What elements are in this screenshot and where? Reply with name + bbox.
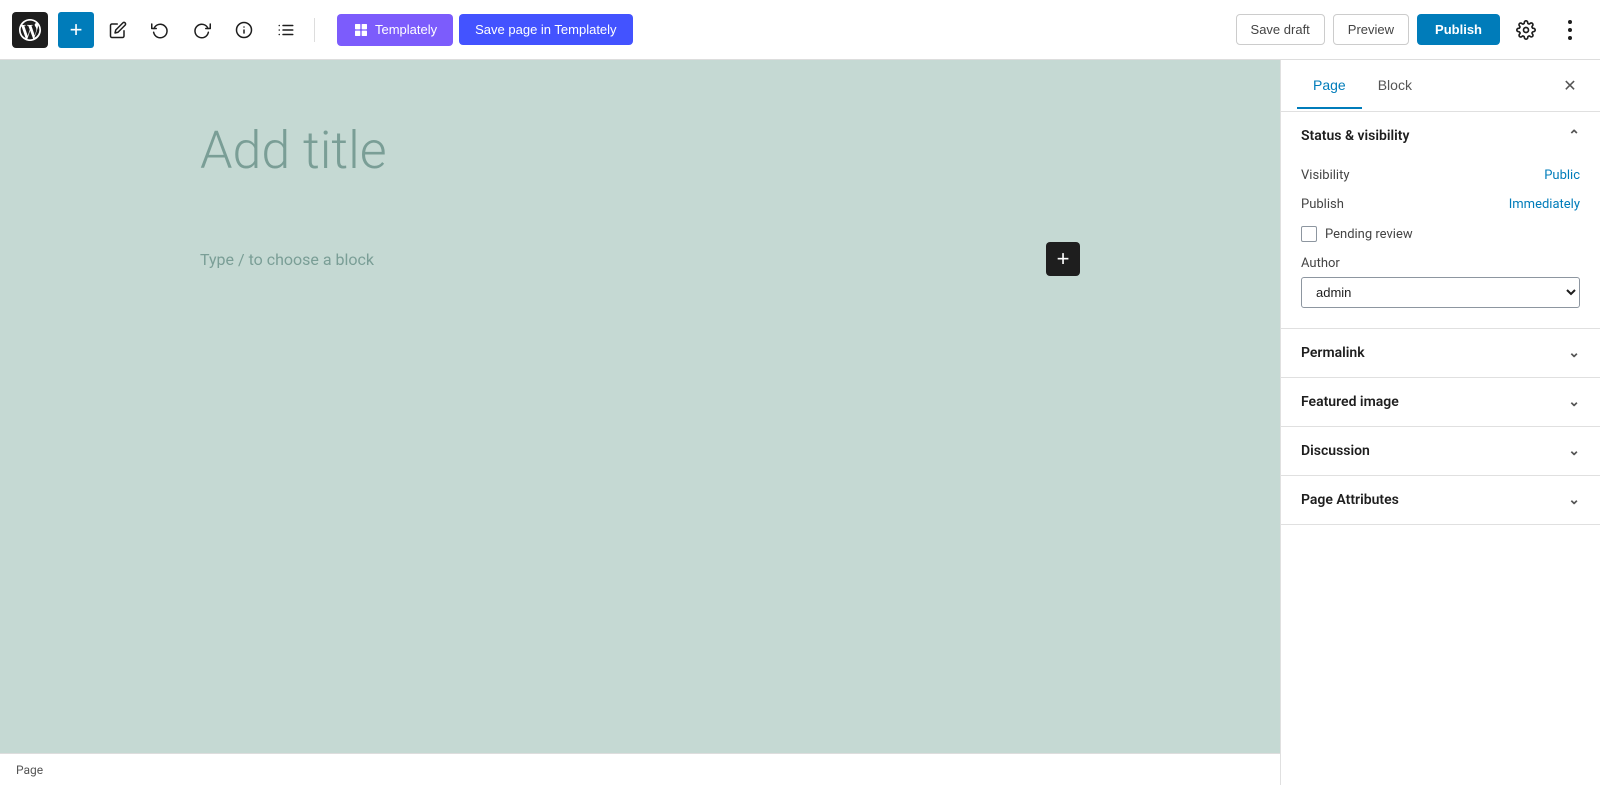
section-page-attributes-title: Page Attributes bbox=[1301, 492, 1399, 508]
tab-page[interactable]: Page bbox=[1297, 63, 1362, 109]
visibility-value[interactable]: Public bbox=[1544, 168, 1580, 183]
list-view-button[interactable] bbox=[268, 12, 304, 48]
section-featured-image: Featured image ⌄ bbox=[1281, 378, 1600, 427]
section-discussion: Discussion ⌄ bbox=[1281, 427, 1600, 476]
wp-logo[interactable] bbox=[12, 12, 48, 48]
templately-button[interactable]: Templately bbox=[337, 14, 453, 46]
sidebar: Page Block ✕ Status & visibility ⌃ bbox=[1280, 60, 1600, 785]
pending-review-label: Pending review bbox=[1325, 227, 1413, 242]
pending-review-row: Pending review bbox=[1301, 226, 1580, 242]
settings-button[interactable] bbox=[1508, 12, 1544, 48]
sidebar-body: Status & visibility ⌃ Visibility Public … bbox=[1281, 112, 1600, 785]
undo-button[interactable] bbox=[142, 12, 178, 48]
main-layout: Add title Type / to choose a block + Pag… bbox=[0, 60, 1600, 785]
chevron-down-icon-featured: ⌄ bbox=[1568, 394, 1580, 410]
section-page-attributes-header[interactable]: Page Attributes ⌄ bbox=[1281, 476, 1600, 524]
toolbar-divider-1 bbox=[314, 18, 315, 42]
pending-review-checkbox[interactable] bbox=[1301, 226, 1317, 242]
redo-button[interactable] bbox=[184, 12, 220, 48]
sidebar-tabs: Page Block bbox=[1297, 63, 1428, 109]
section-status-visibility-title: Status & visibility bbox=[1301, 128, 1409, 144]
section-permalink: Permalink ⌄ bbox=[1281, 329, 1600, 378]
author-row: Author admin bbox=[1301, 256, 1580, 308]
section-discussion-header[interactable]: Discussion ⌄ bbox=[1281, 427, 1600, 475]
section-discussion-title: Discussion bbox=[1301, 443, 1370, 459]
toolbar-right: Save draft Preview Publish bbox=[1236, 12, 1588, 48]
tools-button[interactable] bbox=[100, 12, 136, 48]
inline-add-block-button[interactable]: + bbox=[1046, 242, 1080, 276]
save-draft-button[interactable]: Save draft bbox=[1236, 14, 1325, 45]
section-status-visibility-header[interactable]: Status & visibility ⌃ bbox=[1281, 112, 1600, 160]
author-select[interactable]: admin bbox=[1301, 277, 1580, 308]
publish-value[interactable]: Immediately bbox=[1509, 197, 1580, 212]
sidebar-header: Page Block ✕ bbox=[1281, 60, 1600, 112]
section-permalink-title: Permalink bbox=[1301, 345, 1365, 361]
section-featured-image-title: Featured image bbox=[1301, 394, 1399, 410]
info-button[interactable] bbox=[226, 12, 262, 48]
chevron-up-icon: ⌃ bbox=[1568, 128, 1580, 144]
chevron-down-icon-discussion: ⌄ bbox=[1568, 443, 1580, 459]
preview-button[interactable]: Preview bbox=[1333, 14, 1409, 45]
section-status-visibility: Status & visibility ⌃ Visibility Public … bbox=[1281, 112, 1600, 329]
editor-content: Add title Type / to choose a block + bbox=[160, 120, 1120, 276]
toolbar: + Templately Save page in Templately Sav… bbox=[0, 0, 1600, 60]
editor-area[interactable]: Add title Type / to choose a block + Pag… bbox=[0, 60, 1280, 785]
post-title[interactable]: Add title bbox=[200, 120, 1080, 182]
section-permalink-header[interactable]: Permalink ⌄ bbox=[1281, 329, 1600, 377]
publish-row: Publish Immediately bbox=[1301, 197, 1580, 212]
section-page-attributes: Page Attributes ⌄ bbox=[1281, 476, 1600, 525]
more-options-button[interactable] bbox=[1552, 12, 1588, 48]
sidebar-close-button[interactable]: ✕ bbox=[1556, 72, 1584, 100]
publish-label: Publish bbox=[1301, 197, 1344, 212]
chevron-down-icon-permalink: ⌄ bbox=[1568, 345, 1580, 361]
visibility-label: Visibility bbox=[1301, 168, 1350, 183]
block-placeholder-text: Type / to choose a block bbox=[200, 250, 374, 269]
publish-button[interactable]: Publish bbox=[1417, 14, 1500, 45]
visibility-row: Visibility Public bbox=[1301, 168, 1580, 183]
add-block-button[interactable]: + bbox=[58, 12, 94, 48]
section-featured-image-header[interactable]: Featured image ⌄ bbox=[1281, 378, 1600, 426]
author-label: Author bbox=[1301, 256, 1580, 271]
tab-block[interactable]: Block bbox=[1362, 63, 1428, 109]
chevron-down-icon-page-attr: ⌄ bbox=[1568, 492, 1580, 508]
status-bar: Page bbox=[0, 753, 1280, 785]
save-page-templately-button[interactable]: Save page in Templately bbox=[459, 14, 632, 45]
section-status-visibility-content: Visibility Public Publish Immediately Pe… bbox=[1281, 160, 1600, 328]
block-placeholder-row: Type / to choose a block + bbox=[200, 242, 1080, 276]
status-bar-label: Page bbox=[16, 763, 43, 777]
